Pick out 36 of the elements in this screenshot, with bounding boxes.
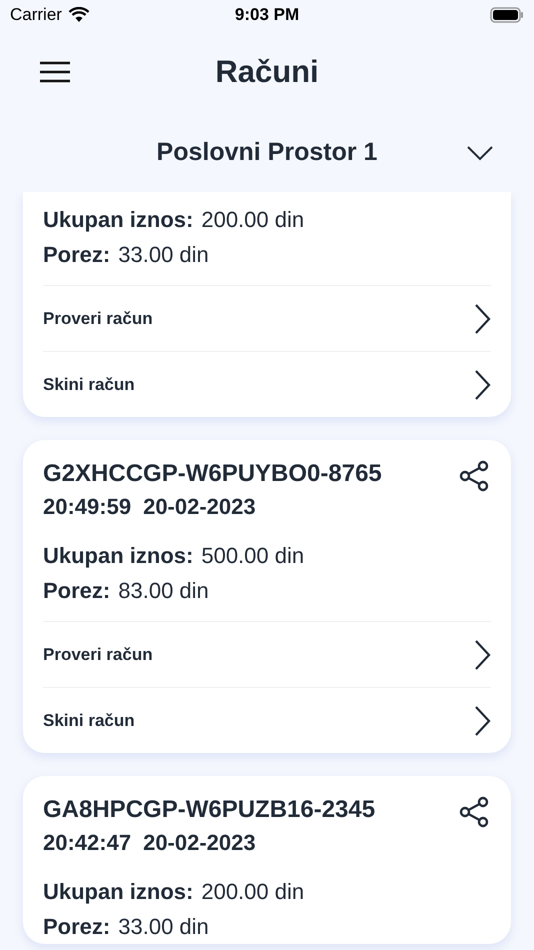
chevron-right-icon <box>473 302 491 334</box>
total-label: Ukupan iznos: <box>43 206 194 234</box>
action-row[interactable]: Proveri račun <box>43 621 491 687</box>
carrier-label: Carrier <box>10 4 62 26</box>
receipt-date: 20-02-2023 <box>143 493 256 521</box>
receipt-time: 20:49:59 <box>43 493 132 521</box>
tax-label: Porez: <box>43 577 110 605</box>
receipt-id: GA8HPCGP-W6PUZB16-2345 <box>43 795 376 825</box>
tax-label: Porez: <box>43 241 110 269</box>
battery-icon <box>490 7 524 23</box>
share-icon[interactable] <box>459 460 489 492</box>
total-label: Ukupan iznos: <box>43 542 194 570</box>
share-icon[interactable] <box>459 796 489 828</box>
chevron-right-icon <box>473 638 491 670</box>
total-value: 200.00 din <box>201 206 304 234</box>
tax-value: 83.00 din <box>118 577 209 605</box>
status-time: 9:03 PM <box>234 4 300 26</box>
action-row[interactable]: Skini račun <box>43 687 491 753</box>
receipt-id: G2XHCCGP-W6PUYBO0-8765 <box>43 459 382 489</box>
total-value: 500.00 din <box>201 542 304 570</box>
chevron-right-icon <box>473 704 491 736</box>
menu-icon[interactable] <box>40 61 70 83</box>
chevron-down-icon <box>466 145 494 161</box>
total-value: 200.00 din <box>201 878 304 906</box>
action-row[interactable]: Skini račun <box>43 351 491 417</box>
location-dropdown[interactable]: Poslovni Prostor 1 <box>0 114 534 192</box>
tax-value: 33.00 din <box>118 913 209 941</box>
action-row[interactable]: Proveri račun <box>43 285 491 351</box>
receipt-time: 20:42:47 <box>43 829 132 857</box>
page-title: Računi <box>215 52 319 91</box>
tax-label: Porez: <box>43 913 110 941</box>
receipt-date: 20-02-2023 <box>143 829 256 857</box>
tax-value: 33.00 din <box>118 241 209 269</box>
chevron-right-icon <box>473 368 491 400</box>
total-label: Ukupan iznos: <box>43 878 194 906</box>
wifi-icon <box>68 7 90 23</box>
